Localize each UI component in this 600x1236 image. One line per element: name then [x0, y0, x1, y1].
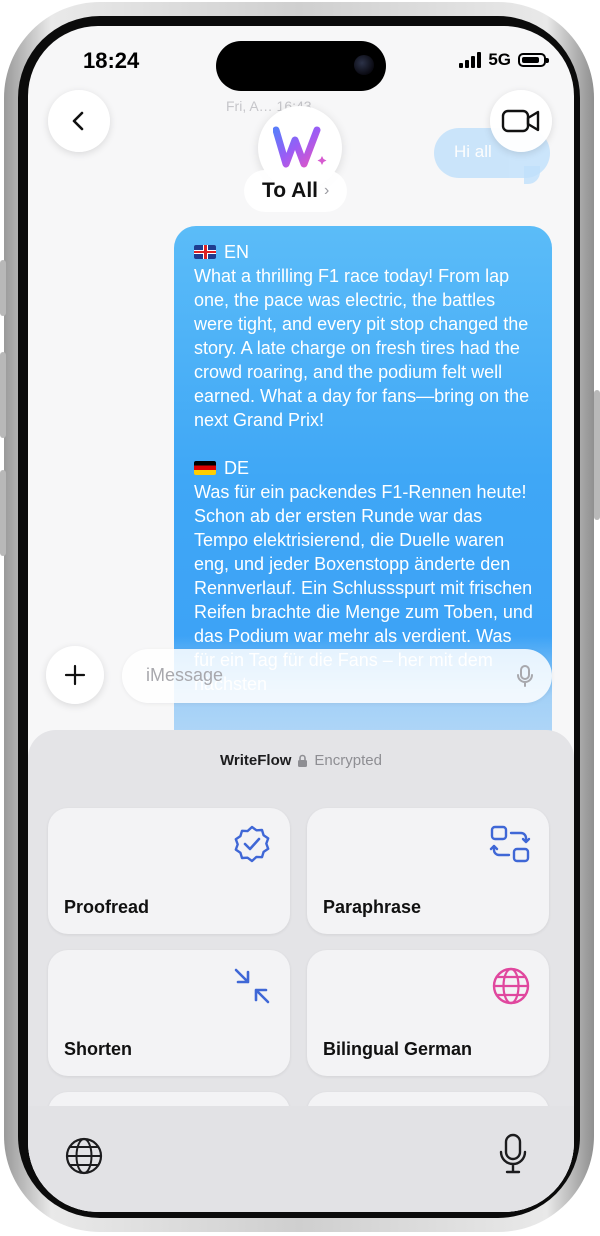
verified-badge-icon: [234, 825, 270, 863]
lock-icon: [298, 754, 308, 767]
compress-arrows-icon: [234, 968, 270, 1004]
dynamic-island: [216, 41, 386, 91]
bubble-tail: [524, 166, 540, 184]
keyboard-header: WriteFlow Encrypted: [28, 752, 574, 769]
video-call-button[interactable]: [490, 90, 552, 152]
battery-icon: [518, 53, 549, 67]
paraphrase-button[interactable]: Paraphrase: [307, 808, 549, 934]
uk-flag-icon: [194, 245, 216, 259]
plus-icon: [64, 664, 86, 686]
language-label-de: DE: [224, 458, 250, 478]
shorten-button[interactable]: Shorten: [48, 950, 290, 1076]
chevron-right-icon: ›: [324, 182, 330, 199]
shorten-label: Shorten: [64, 1039, 133, 1059]
back-button[interactable]: [48, 90, 110, 152]
globe-icon: [492, 967, 530, 1005]
microphone-icon[interactable]: [498, 1132, 528, 1176]
language-label-en: EN: [224, 242, 250, 262]
paraphrase-label: Paraphrase: [323, 897, 422, 917]
proofread-label: Proofread: [64, 897, 150, 917]
swap-icon: [489, 825, 531, 863]
incoming-message-text: Hi all: [454, 142, 492, 161]
message-input[interactable]: iMessage: [122, 649, 552, 703]
germany-flag-icon: [194, 461, 216, 475]
volume-up-button: [0, 352, 6, 438]
writeflow-logo-icon: [273, 126, 327, 168]
dictation-mic-icon[interactable]: [516, 664, 534, 688]
language-header-de: DE: [194, 456, 534, 480]
status-time: 18:24: [83, 48, 140, 73]
volume-down-button: [0, 470, 6, 556]
cellular-signal-icon: [459, 52, 482, 68]
recipient-selector[interactable]: To All ›: [244, 170, 348, 212]
network-type: 5G: [488, 50, 511, 69]
encryption-status: Encrypted: [314, 752, 382, 769]
proofread-button[interactable]: Proofread: [48, 808, 290, 934]
action-button: [0, 260, 6, 316]
recipient-name: To All: [262, 179, 318, 202]
video-camera-icon: [501, 109, 540, 133]
bilingual-german-label: Bilingual German: [323, 1039, 473, 1059]
keyboard-bottom-bar: [28, 1106, 574, 1212]
status-indicators: 5G: [459, 50, 549, 70]
bilingual-german-button[interactable]: Bilingual German: [307, 950, 549, 1076]
chevron-left-icon: [72, 111, 84, 131]
phone-screen: 18:24 5G Fri, A… 16:43 Hi all EN What a …: [28, 26, 574, 1212]
front-camera: [354, 55, 374, 75]
language-header-en: EN: [194, 240, 534, 264]
keyboard-brand: WriteFlow: [220, 752, 292, 769]
add-attachment-button[interactable]: [46, 646, 104, 704]
power-button: [594, 390, 600, 520]
message-text-en: What a thrilling F1 race today! From lap…: [194, 266, 535, 430]
message-input-placeholder: iMessage: [146, 665, 224, 685]
globe-icon[interactable]: [64, 1136, 104, 1176]
